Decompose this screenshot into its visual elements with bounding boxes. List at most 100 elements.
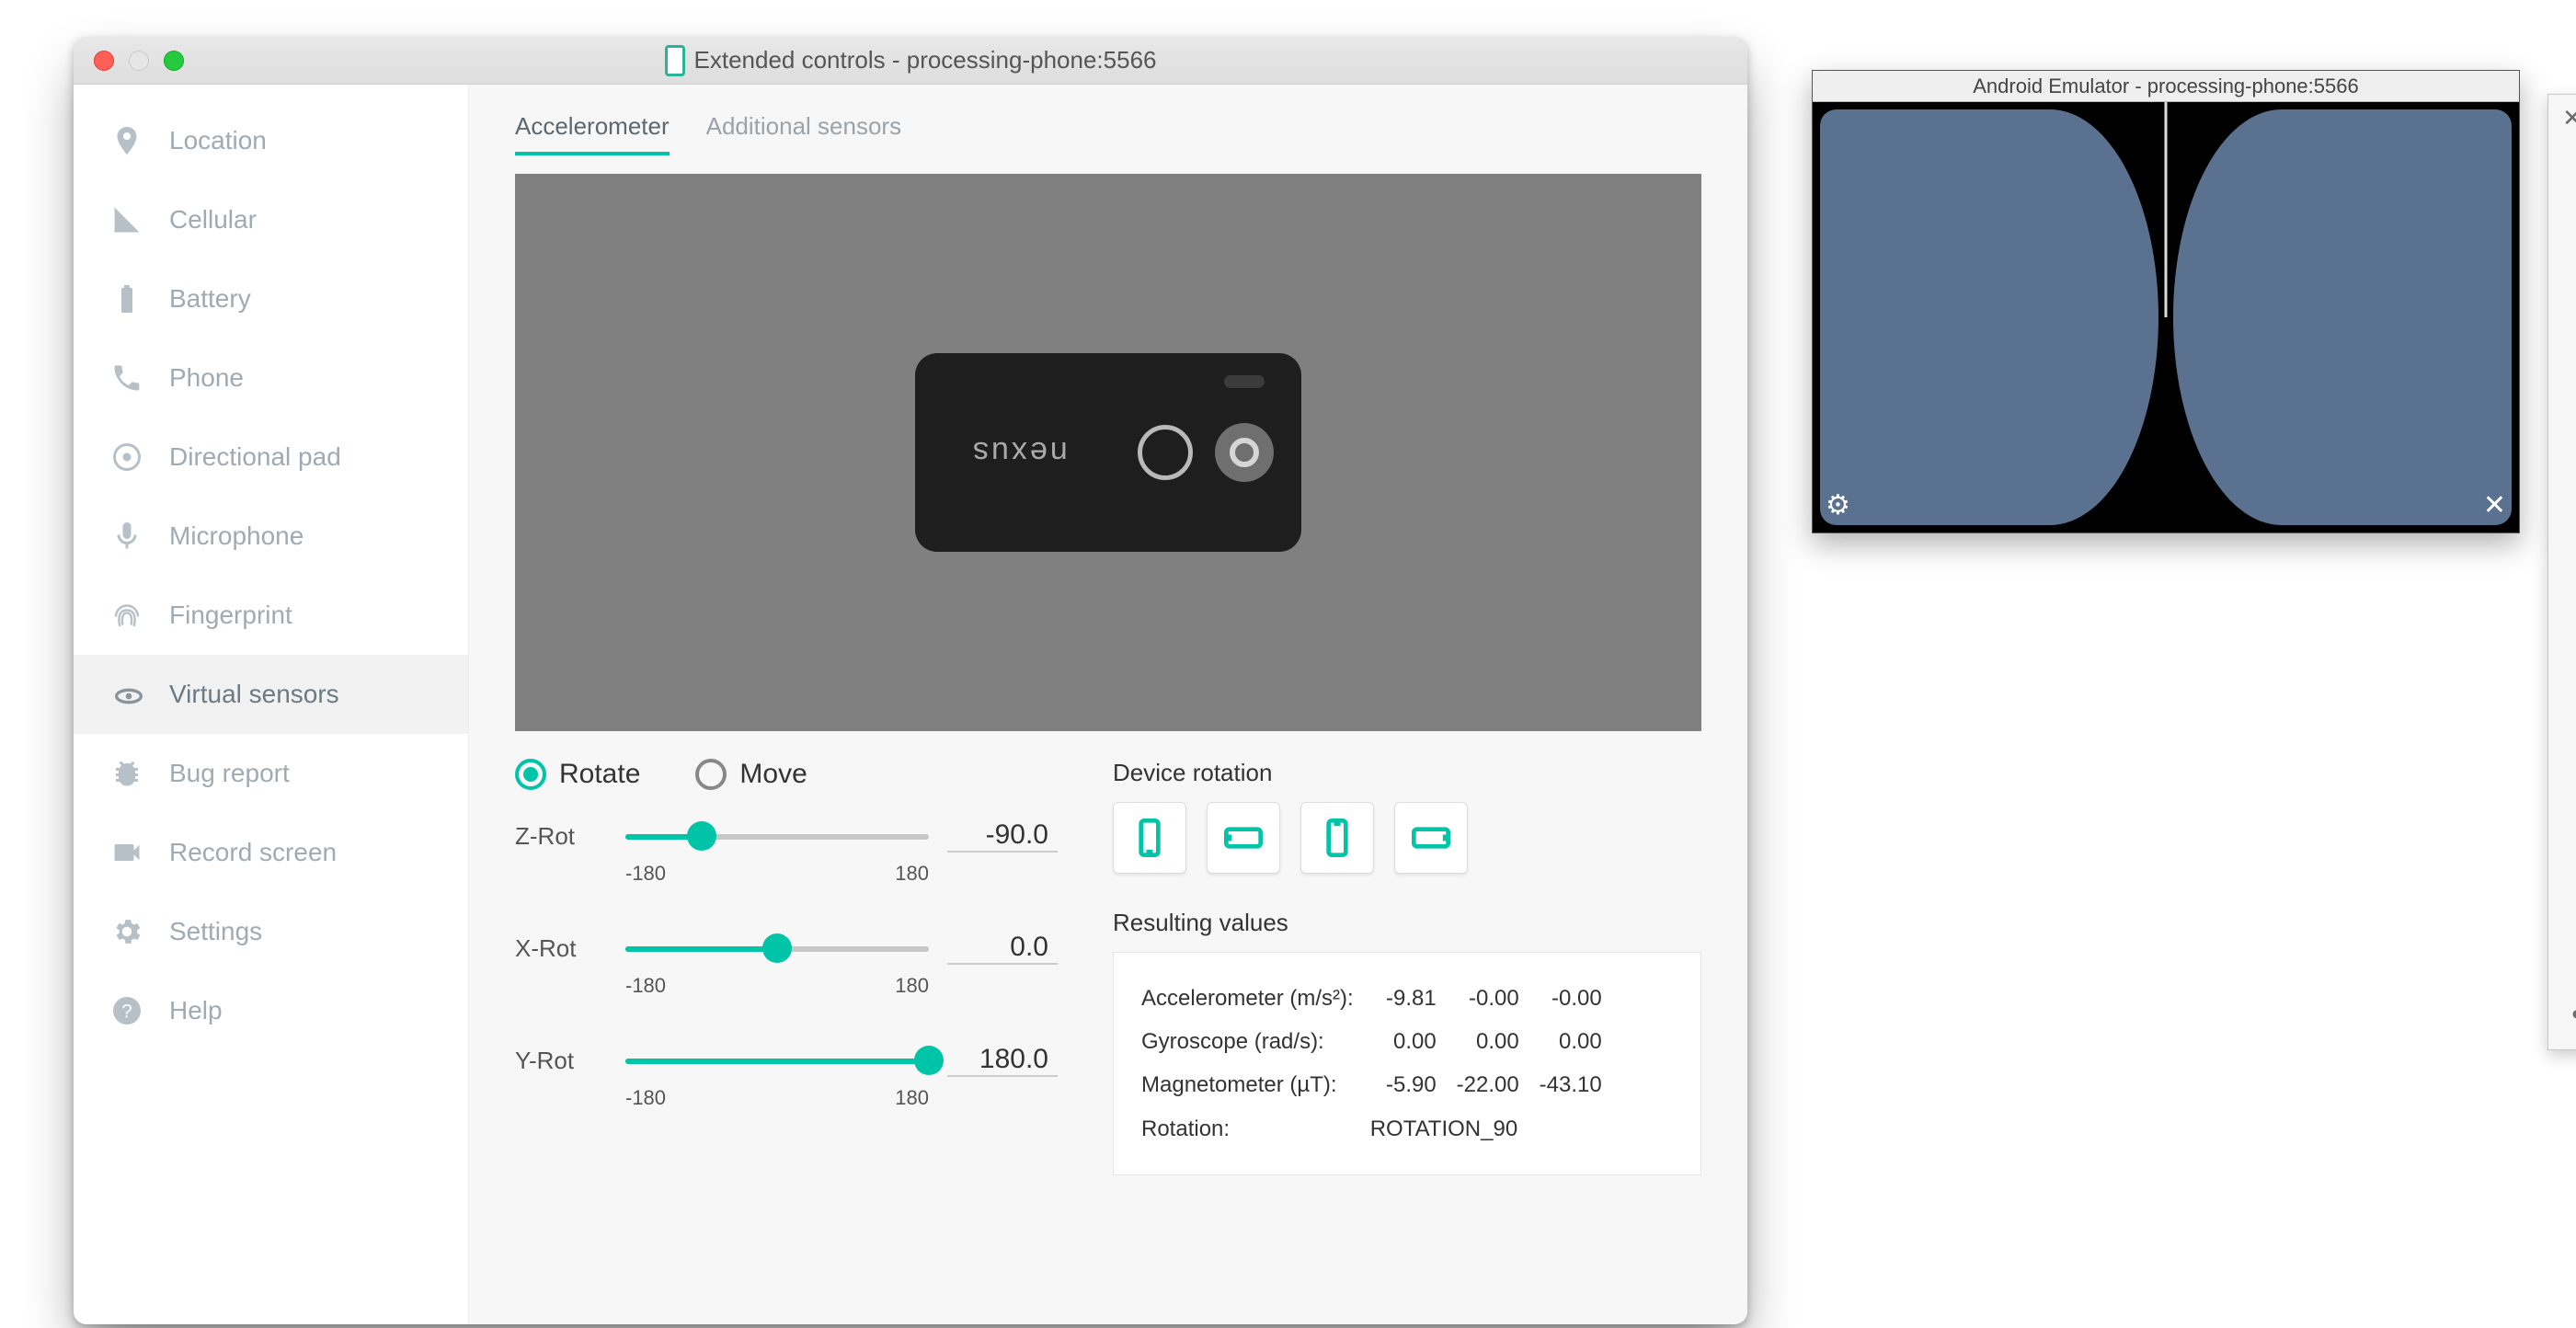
vr-lens-left <box>1820 109 2158 525</box>
device-preview-3d[interactable]: nexus <box>515 174 1701 731</box>
device-rotation-label: Device rotation <box>1113 759 1701 787</box>
app-icon <box>665 45 685 76</box>
zoom-button[interactable] <box>2568 666 2576 717</box>
sidebar: Location Cellular Battery Phone Directio… <box>74 85 469 1324</box>
tab-additional-sensors[interactable]: Additional sensors <box>706 112 901 155</box>
yrot-value[interactable]: 180.0 <box>947 1044 1058 1077</box>
rotation-portrait-reverse-button[interactable] <box>1300 802 1374 874</box>
sidebar-item-label: Location <box>169 126 267 155</box>
mode-move-radio[interactable]: Move <box>695 759 807 790</box>
sidebar-item-settings[interactable]: Settings <box>74 892 468 971</box>
vr-divider <box>2165 102 2168 317</box>
zrot-label: Z-Rot <box>515 822 607 851</box>
gear-icon <box>110 915 143 948</box>
rotation-row: Rotation: ROTATION_90 <box>1141 1107 1619 1151</box>
dpad-icon <box>110 441 143 474</box>
back-button[interactable] <box>2568 749 2576 800</box>
close-window-button[interactable] <box>94 51 114 71</box>
minimize-window-button[interactable] <box>129 51 149 71</box>
zrot-value[interactable]: -90.0 <box>947 819 1058 853</box>
rotate-right-button[interactable] <box>2568 500 2576 552</box>
volume-up-button[interactable] <box>2568 252 2576 303</box>
sidebar-item-label: Phone <box>169 363 244 393</box>
volume-down-button[interactable] <box>2568 335 2576 386</box>
phone-sensor-ring-icon <box>1138 425 1193 480</box>
sidebar-item-label: Cellular <box>169 205 257 235</box>
rotation-portrait-button[interactable] <box>1113 802 1186 874</box>
main-panel: Accelerometer Additional sensors nexus <box>469 85 1747 1324</box>
sidebar-item-help[interactable]: ? Help <box>74 971 468 1050</box>
sidebar-item-location[interactable]: Location <box>74 101 468 180</box>
sidebar-item-record-screen[interactable]: Record screen <box>74 813 468 892</box>
emulator-screen[interactable]: ⚙ ✕ <box>1813 102 2519 532</box>
sidebar-item-fingerprint[interactable]: Fingerprint <box>74 576 468 655</box>
rotation-landscape-right-button[interactable] <box>1394 802 1468 874</box>
mode-move-label: Move <box>739 759 807 790</box>
screenshot-button[interactable] <box>2568 583 2576 635</box>
videocam-icon <box>110 836 143 869</box>
bug-icon <box>110 757 143 790</box>
xrot-value[interactable]: 0.0 <box>947 932 1058 965</box>
overview-button[interactable] <box>2568 914 2576 966</box>
resulting-values-label: Resulting values <box>1113 909 1701 937</box>
tab-accelerometer[interactable]: Accelerometer <box>515 112 670 155</box>
sidebar-item-virtual-sensors[interactable]: Virtual sensors <box>74 655 468 734</box>
traffic-lights <box>94 51 184 71</box>
battery-icon <box>110 282 143 315</box>
zrot-slider[interactable] <box>625 818 929 854</box>
xrot-slider[interactable] <box>625 930 929 967</box>
accel-row: Accelerometer (m/s²): -9.81 -0.00 -0.00 <box>1141 977 1619 1020</box>
more-button[interactable]: ••• <box>2571 997 2576 1033</box>
yrot-slider-thumb[interactable] <box>914 1046 944 1075</box>
vr-lens-right <box>2173 109 2512 525</box>
xrot-label: X-Rot <box>515 934 607 963</box>
emulator-toolbar: ✕ — ••• <box>2547 94 2576 1050</box>
location-pin-icon <box>110 124 143 157</box>
cellular-signal-icon <box>110 203 143 236</box>
sidebar-item-battery[interactable]: Battery <box>74 259 468 338</box>
yrot-slider[interactable] <box>625 1042 929 1079</box>
sidebar-item-phone[interactable]: Phone <box>74 338 468 418</box>
sidebar-item-label: Microphone <box>169 521 303 551</box>
zrot-slider-thumb[interactable] <box>687 821 716 851</box>
sidebar-item-label: Record screen <box>169 838 337 867</box>
sidebar-item-label: Directional pad <box>169 442 341 472</box>
sidebar-item-cellular[interactable]: Cellular <box>74 180 468 259</box>
toolbar-close-icon[interactable]: ✕ <box>2562 104 2576 132</box>
sidebar-item-bug-report[interactable]: Bug report <box>74 734 468 813</box>
xrot-slider-thumb[interactable] <box>762 933 792 963</box>
emulator-window: Android Emulator - processing-phone:5566… <box>1812 70 2520 533</box>
vr-settings-gear-icon[interactable]: ⚙ <box>1826 489 1850 521</box>
sidebar-item-label: Bug report <box>169 759 290 788</box>
resulting-values-panel: Accelerometer (m/s²): -9.81 -0.00 -0.00 … <box>1113 952 1701 1175</box>
mode-rotate-radio[interactable]: Rotate <box>515 759 640 790</box>
power-button[interactable] <box>2568 169 2576 221</box>
zoom-window-button[interactable] <box>164 51 184 71</box>
yrot-label: Y-Rot <box>515 1047 607 1075</box>
sidebar-item-label: Fingerprint <box>169 601 292 630</box>
phone-camera-icon <box>1215 423 1274 482</box>
fingerprint-icon <box>110 599 143 632</box>
rotate-left-button[interactable] <box>2568 418 2576 469</box>
home-button[interactable] <box>2568 831 2576 883</box>
sidebar-item-label: Help <box>169 996 223 1025</box>
emulator-title: Android Emulator - processing-phone:5566 <box>1813 71 2519 102</box>
sidebar-item-label: Battery <box>169 284 251 314</box>
phone-brand-label: nexus <box>970 435 1068 471</box>
sidebar-item-microphone[interactable]: Microphone <box>74 497 468 576</box>
extended-controls-window: Extended controls - processing-phone:556… <box>74 37 1747 1324</box>
window-title: Extended controls - processing-phone:556… <box>694 46 1157 74</box>
rotation-landscape-left-button[interactable] <box>1207 802 1280 874</box>
phone-mockup: nexus <box>915 353 1301 552</box>
sidebar-item-label: Virtual sensors <box>169 680 339 709</box>
vr-close-icon[interactable]: ✕ <box>2483 489 2506 521</box>
window-titlebar: Extended controls - processing-phone:556… <box>74 37 1747 85</box>
mode-rotate-label: Rotate <box>559 759 640 790</box>
sidebar-item-label: Settings <box>169 917 262 946</box>
svg-text:?: ? <box>121 1002 132 1023</box>
microphone-icon <box>110 520 143 553</box>
sensor-tabs: Accelerometer Additional sensors <box>515 112 1701 155</box>
sidebar-item-directional-pad[interactable]: Directional pad <box>74 418 468 497</box>
help-icon: ? <box>110 994 143 1027</box>
virtual-sensors-icon <box>110 678 143 711</box>
